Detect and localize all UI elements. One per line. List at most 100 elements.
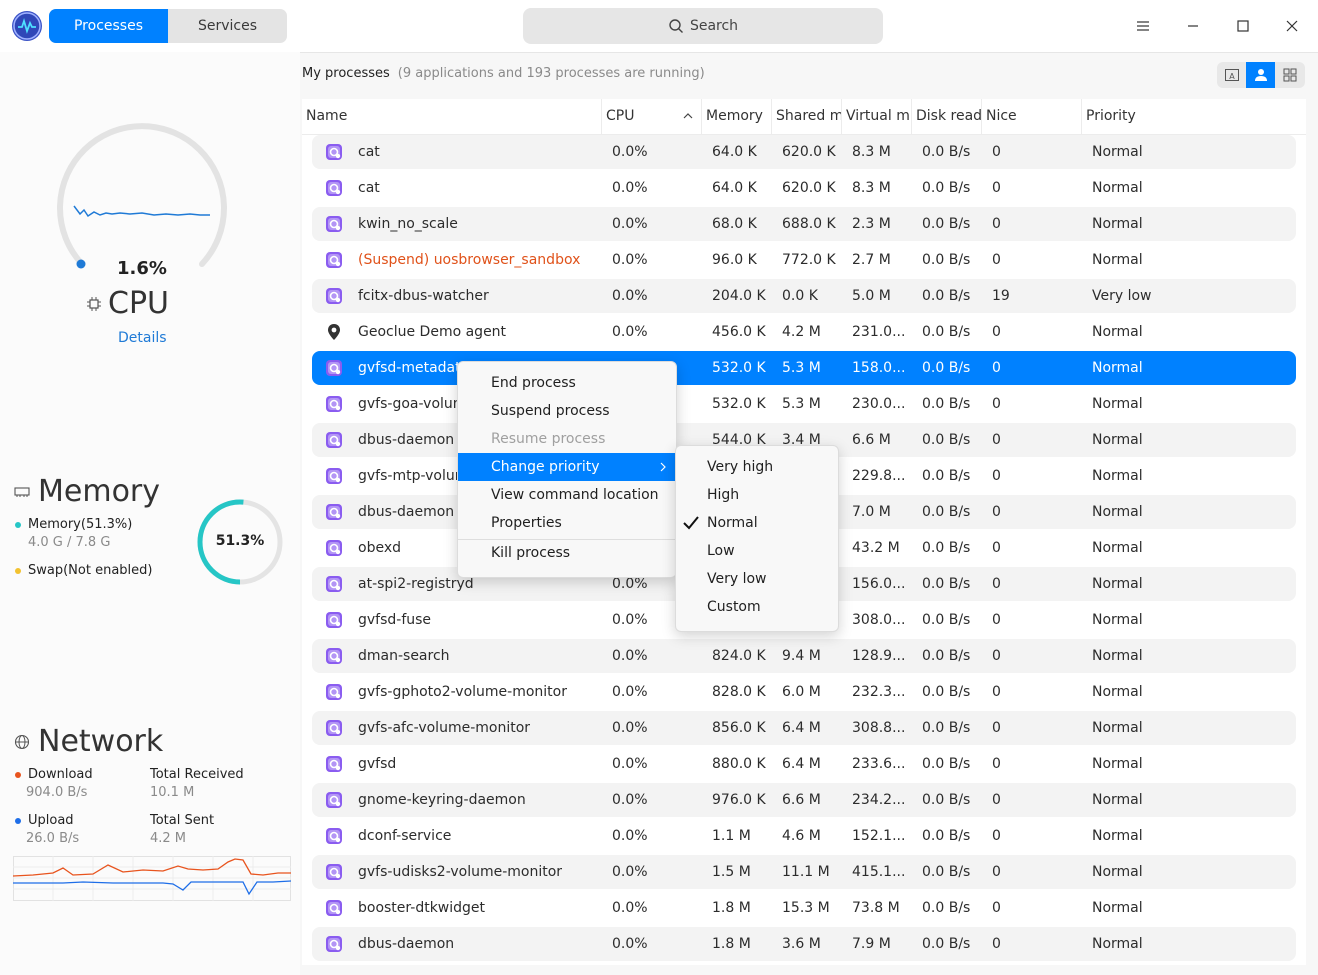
cpu-title-label: CPU — [108, 286, 169, 321]
cell-shared: 6.4 M — [782, 720, 821, 736]
priority-very-low[interactable]: Very low — [676, 565, 838, 593]
column-shared-memory[interactable]: Shared m — [771, 99, 841, 134]
priority-normal[interactable]: Normal — [676, 509, 838, 537]
cell-nice: 0 — [992, 144, 1001, 160]
cell-virtual: 308.0... — [852, 612, 906, 628]
total-received-value: 10.1 M — [150, 785, 195, 800]
column-cpu[interactable]: CPU — [601, 99, 701, 134]
cell-nice: 0 — [992, 468, 1001, 484]
table-row[interactable]: dconf-service 0.0% 1.1 M 4.6 M 152.1... 0.0 B… — [312, 819, 1296, 853]
total-received-label: Total Received — [150, 767, 244, 782]
minimize-button[interactable] — [1181, 14, 1205, 38]
column-nice[interactable]: Nice — [981, 99, 1081, 134]
priority-very-high[interactable]: Very high — [676, 453, 838, 481]
cell-nice: 0 — [992, 180, 1001, 196]
tab-services[interactable]: Services — [168, 9, 287, 43]
network-title: Network — [14, 724, 163, 759]
priority-high[interactable]: High — [676, 481, 838, 509]
column-memory[interactable]: Memory — [701, 99, 771, 134]
cell-disk: 0.0 B/s — [922, 540, 971, 556]
cell-cpu: 0.0% — [612, 648, 648, 664]
table-row[interactable]: dbus-daemon 0.0% 1.8 M 3.6 M 7.9 M 0.0 B/s 0 No… — [312, 927, 1296, 961]
cell-cpu: 0.0% — [612, 756, 648, 772]
cell-virtual: 6.6 M — [852, 432, 891, 448]
cell-cpu: 0.0% — [612, 936, 648, 952]
cell-memory: 68.0 K — [712, 216, 757, 232]
column-virtual-memory[interactable]: Virtual m — [841, 99, 911, 134]
menu-item-kill-process[interactable]: Kill process — [458, 539, 676, 567]
search-input[interactable]: Search — [523, 8, 883, 44]
table-row[interactable]: gvfsd 0.0% 880.0 K 6.4 M 233.6... 0.0 B/s 0 Nor… — [312, 747, 1296, 781]
cell-shared: 6.6 M — [782, 792, 821, 808]
column-disk-read[interactable]: Disk read — [911, 99, 981, 134]
priority-custom[interactable]: Custom — [676, 593, 838, 621]
cell-priority: Normal — [1092, 216, 1143, 232]
process-app-icon — [325, 791, 343, 809]
cell-name: gvfsd-metadata — [358, 360, 470, 376]
cell-shared: 620.0 K — [782, 180, 836, 196]
cell-disk: 0.0 B/s — [922, 864, 971, 880]
all-processes-view-button[interactable] — [1275, 62, 1304, 88]
memory-title: Memory — [14, 474, 160, 509]
table-row[interactable]: dman-search 0.0% 824.0 K 9.4 M 128.9... 0.0 B… — [312, 639, 1296, 673]
menu-item-view-command-location[interactable]: View command location — [458, 481, 676, 509]
table-row[interactable]: booster-dtkwidget 0.0% 1.8 M 15.3 M 73.8 M 0.… — [312, 891, 1296, 925]
table-row[interactable]: gvfs-gphoto2-volume-monitor 0.0% 828.0 K 6.… — [312, 675, 1296, 709]
total-sent-value: 4.2 M — [150, 831, 187, 846]
column-priority[interactable]: Priority — [1081, 99, 1306, 134]
priority-low[interactable]: Low — [676, 537, 838, 565]
cell-disk: 0.0 B/s — [922, 216, 971, 232]
table-row[interactable]: (Suspend) uosbrowser_sandbox 0.0% 96.0 K 77… — [312, 243, 1296, 277]
menu-item-properties[interactable]: Properties — [458, 509, 676, 537]
download-value: 904.0 B/s — [26, 785, 88, 800]
cell-shared: 772.0 K — [782, 252, 836, 268]
cell-name: obexd — [358, 540, 401, 556]
table-row[interactable]: cat 0.0% 64.0 K 620.0 K 8.3 M 0.0 B/s 0 Normal — [312, 135, 1296, 169]
cell-name: cat — [358, 180, 380, 196]
menu-item-suspend-process[interactable]: Suspend process — [458, 397, 676, 425]
cell-memory: 532.0 K — [712, 360, 766, 376]
cell-cpu: 0.0% — [612, 612, 648, 628]
my-processes-view-button[interactable] — [1246, 62, 1275, 88]
cpu-gauge-indicator — [76, 259, 86, 269]
cell-memory: 532.0 K — [712, 396, 766, 412]
menu-button[interactable] — [1131, 14, 1155, 38]
cell-virtual: 231.0... — [852, 324, 906, 340]
cell-priority: Normal — [1092, 432, 1143, 448]
memory-ring-percent: 51.3% — [215, 533, 265, 549]
close-button[interactable] — [1280, 14, 1304, 38]
cell-virtual: 8.3 M — [852, 180, 891, 196]
column-name[interactable]: Name — [302, 99, 601, 134]
cell-shared: 6.4 M — [782, 756, 821, 772]
table-row[interactable]: gnome-keyring-daemon 0.0% 976.0 K 6.6 M 234.… — [312, 783, 1296, 817]
cell-virtual: 73.8 M — [852, 900, 900, 916]
table-row[interactable]: cat 0.0% 64.0 K 620.0 K 8.3 M 0.0 B/s 0 Normal — [312, 171, 1296, 205]
cell-memory: 96.0 K — [712, 252, 757, 268]
memory-usage-text: 4.0 G / 7.8 G — [28, 535, 111, 550]
table-row[interactable]: fcitx-dbus-watcher 0.0% 204.0 K 0.0 K 5.0 M 0… — [312, 279, 1296, 313]
process-app-icon — [325, 899, 343, 917]
maximize-button[interactable] — [1231, 14, 1255, 38]
table-row[interactable]: gvfs-afc-volume-monitor 0.0% 856.0 K 6.4 M 3… — [312, 711, 1296, 745]
cell-nice: 0 — [992, 540, 1001, 556]
tab-processes[interactable]: Processes — [49, 9, 168, 43]
cell-disk: 0.0 B/s — [922, 936, 971, 952]
cell-virtual: 229.8... — [852, 468, 906, 484]
cell-nice: 0 — [992, 756, 1001, 772]
cell-disk: 0.0 B/s — [922, 252, 971, 268]
app-processes-view-button[interactable]: A — [1217, 62, 1246, 88]
cell-cpu: 0.0% — [612, 288, 648, 304]
cell-memory: 64.0 K — [712, 180, 757, 196]
menu-item-end-process[interactable]: End process — [458, 369, 676, 397]
table-row[interactable]: gvfs-udisks2-volume-monitor 0.0% 1.5 M 11.1… — [312, 855, 1296, 889]
cell-nice: 0 — [992, 612, 1001, 628]
cell-cpu: 0.0% — [612, 720, 648, 736]
cpu-details-link[interactable]: Details — [118, 330, 167, 346]
menu-item-resume-process: Resume process — [491, 431, 606, 447]
table-row[interactable]: kwin_no_scale 0.0% 68.0 K 688.0 K 2.3 M 0.0 B… — [312, 207, 1296, 241]
cell-disk: 0.0 B/s — [922, 432, 971, 448]
table-row[interactable]: Geoclue Demo agent 0.0% 456.0 K 4.2 M 231.0.… — [312, 315, 1296, 349]
process-app-icon — [325, 359, 343, 377]
cell-shared: 5.3 M — [782, 396, 821, 412]
menu-item-change-priority[interactable]: Change priority — [458, 453, 676, 481]
